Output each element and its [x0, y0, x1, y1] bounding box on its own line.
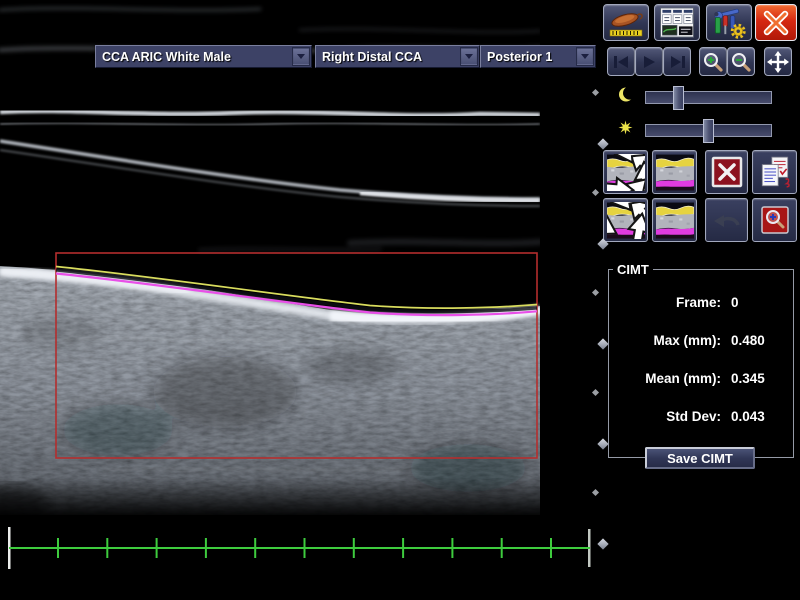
diamond-bullet-large: [597, 338, 608, 349]
expand-far-trace-icon: [607, 202, 645, 239]
converge-near-trace-button[interactable]: [652, 150, 697, 194]
stddev-value: 0.043: [731, 409, 779, 424]
diamond-bullet-small: [592, 389, 599, 396]
moon-icon: [618, 86, 635, 103]
ultrasound-image[interactable]: [0, 0, 540, 515]
zoom-out-icon: [730, 51, 752, 73]
sun-icon: [617, 119, 634, 136]
contrast-slider[interactable]: [645, 91, 772, 104]
converge-far-trace-icon: [656, 202, 694, 239]
probe-measure-button[interactable]: [603, 4, 649, 41]
brightness-slider[interactable]: [645, 124, 772, 137]
chevron-down-icon[interactable]: [577, 48, 593, 65]
contrast-slider-handle[interactable]: [673, 86, 684, 110]
cimt-application-window: CCA ARIC White Male Right Distal CCA Pos…: [0, 0, 800, 600]
stddev-label: Std Dev:: [666, 409, 721, 424]
max-label: Max (mm):: [653, 333, 721, 348]
expand-near-trace-icon: [607, 154, 645, 191]
brightness-slider-handle[interactable]: [703, 119, 714, 143]
stddev-row: Std Dev: 0.043: [609, 409, 793, 426]
mean-value: 0.345: [731, 371, 779, 386]
zoom-out-button[interactable]: [727, 47, 755, 76]
report-button[interactable]: [654, 4, 700, 41]
delete-measurement-button[interactable]: [705, 150, 748, 194]
skip-start-icon: [613, 55, 630, 69]
zoom-roi-icon: [758, 203, 792, 237]
frame-row: Frame: 0: [609, 295, 793, 312]
zoom-in-button[interactable]: [699, 47, 727, 76]
probe-ruler-icon: [606, 8, 646, 38]
cimt-panel-title: CIMT: [613, 262, 653, 277]
chevron-down-icon[interactable]: [293, 48, 309, 65]
angle-dropdown[interactable]: Posterior 1: [480, 45, 596, 68]
skip-end-icon: [669, 55, 686, 69]
diamond-bullet-large: [597, 438, 608, 449]
skip-start-button[interactable]: [607, 47, 635, 76]
max-value: 0.480: [731, 333, 779, 348]
play-button[interactable]: [635, 47, 663, 76]
segment-dropdown[interactable]: Right Distal CCA: [315, 45, 480, 68]
converge-near-trace-icon: [656, 154, 694, 191]
frame-label: Frame:: [676, 295, 721, 310]
mean-row: Mean (mm): 0.345: [609, 371, 793, 388]
max-row: Max (mm): 0.480: [609, 333, 793, 350]
diamond-bullet-small: [592, 289, 599, 296]
delete-icon: [710, 155, 744, 189]
close-button[interactable]: [755, 4, 797, 41]
expand-near-trace-button[interactable]: [603, 150, 648, 194]
copy-report-button[interactable]: [752, 150, 797, 194]
undo-button[interactable]: [705, 198, 748, 242]
converge-far-trace-button[interactable]: [652, 198, 697, 242]
pan-button[interactable]: [764, 47, 792, 76]
report-grid-icon: [657, 6, 697, 39]
close-icon: [761, 9, 791, 37]
skip-end-button[interactable]: [663, 47, 691, 76]
protocol-dropdown[interactable]: CCA ARIC White Male: [95, 45, 312, 68]
zoom-in-icon: [702, 51, 724, 73]
diamond-bullet-large: [597, 138, 608, 149]
frame-value: 0: [731, 295, 779, 310]
copy-report-icon: [757, 154, 793, 190]
chevron-down-icon[interactable]: [461, 48, 477, 65]
angle-dropdown-value: Posterior 1: [481, 50, 577, 64]
scale-ruler: [0, 520, 600, 580]
settings-tools-button[interactable]: [706, 4, 752, 41]
tools-icon: [709, 6, 749, 39]
save-cimt-button[interactable]: Save CIMT: [645, 447, 755, 469]
protocol-dropdown-value: CCA ARIC White Male: [96, 50, 293, 64]
segment-dropdown-value: Right Distal CCA: [316, 50, 461, 64]
diamond-bullet-small: [592, 489, 599, 496]
diamond-bullet-small: [592, 189, 599, 196]
expand-far-trace-button[interactable]: [603, 198, 648, 242]
mean-label: Mean (mm):: [645, 371, 721, 386]
diamond-bullet-small: [592, 89, 599, 96]
undo-icon: [711, 206, 743, 234]
play-icon: [642, 55, 656, 69]
cimt-panel: CIMT Frame: 0 Max (mm): 0.480 Mean (mm):…: [608, 262, 794, 458]
pan-icon: [767, 51, 789, 73]
zoom-roi-button[interactable]: [752, 198, 797, 242]
